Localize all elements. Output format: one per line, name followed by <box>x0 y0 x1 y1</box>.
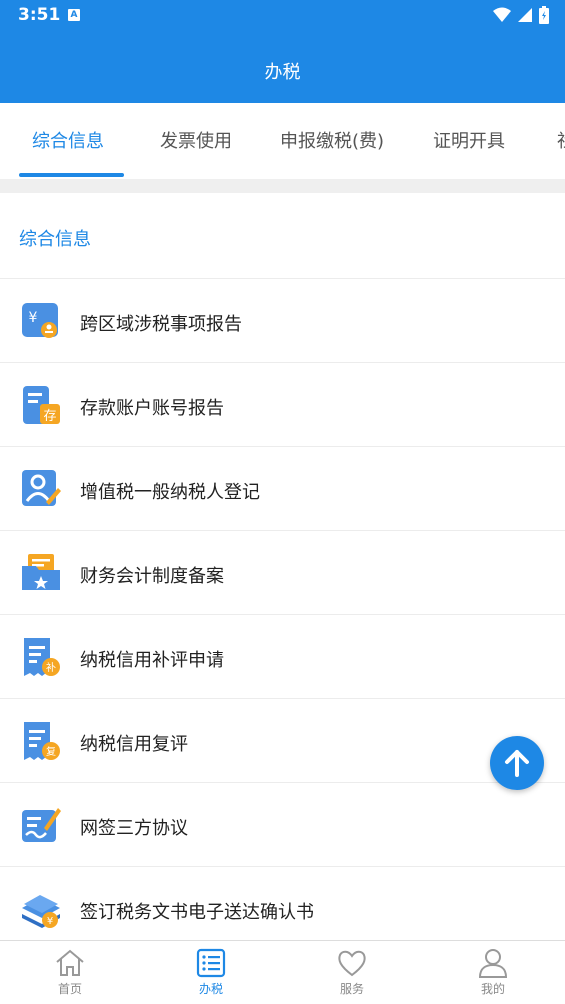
status-time: 3:51 <box>18 5 61 25</box>
item-label: 签订税务文书电子送达确认书 <box>80 902 314 923</box>
online-tripartite-agreement-icon <box>22 808 61 842</box>
tab-invoice-use[interactable]: 发票使用 <box>160 127 232 153</box>
item-label: 跨区域涉税事项报告 <box>80 314 242 335</box>
bottom-navigation: 首页 办税 服务 我的 <box>0 940 565 1004</box>
heart-icon <box>338 950 366 977</box>
list-icon <box>196 948 226 978</box>
service-list: ¥ 跨区域涉税事项报告 存 存款账户账号报告 增值税一般纳税人登记 财务会计制度… <box>0 279 565 951</box>
nav-service[interactable]: 服务 <box>312 947 392 997</box>
yen-glyph: ¥ <box>29 310 38 326</box>
list-item[interactable]: 财务会计制度备案 <box>0 531 565 615</box>
nav-tax-label: 办税 <box>198 982 223 996</box>
status-bar: 3:51 A <box>0 0 565 30</box>
list-item[interactable]: ¥ 跨区域涉税事项报告 <box>0 279 565 363</box>
category-tabs: 综合信息 发票使用 申报缴税(费) 证明开具 社 <box>0 103 565 179</box>
tab-declare-pay-tax[interactable]: 申报缴税(费) <box>280 127 384 153</box>
item-label: 财务会计制度备案 <box>80 566 224 587</box>
arrow-up-icon <box>505 750 529 777</box>
item-label: 存款账户账号报告 <box>80 398 224 419</box>
nav-mine-label: 我的 <box>480 982 505 996</box>
list-item[interactable]: 存 存款账户账号报告 <box>0 363 565 447</box>
credit-re-rating-icon: 复 <box>24 722 60 760</box>
item-label: 纳税信用复评 <box>80 734 188 755</box>
vat-taxpayer-registration-icon <box>22 470 61 506</box>
deposit-glyph: 存 <box>43 409 56 424</box>
yen-glyph: ¥ <box>47 916 53 927</box>
accounting-system-filing-icon <box>22 554 60 590</box>
active-tab-indicator <box>19 173 124 177</box>
nav-service-label: 服务 <box>339 982 364 996</box>
list-item[interactable]: ¥ 签订税务文书电子送达确认书 <box>0 867 565 951</box>
section-header: 综合信息 <box>0 193 565 279</box>
nav-tax[interactable]: 办税 <box>171 947 251 997</box>
app-bar: 办税 <box>0 30 565 103</box>
electronic-delivery-confirmation-icon: ¥ <box>22 895 60 928</box>
tab-comprehensive-info[interactable]: 综合信息 <box>32 127 104 153</box>
item-label: 增值税一般纳税人登记 <box>80 482 260 503</box>
rerate-glyph: 复 <box>46 745 56 758</box>
list-item[interactable]: 网签三方协议 <box>0 783 565 867</box>
tab-social-insurance[interactable]: 社 <box>557 127 565 153</box>
scroll-to-top-button[interactable] <box>490 736 544 790</box>
nav-home-label: 首页 <box>57 982 82 996</box>
wifi-icon <box>493 7 511 22</box>
page-title: 办税 <box>264 62 301 83</box>
section-divider <box>0 179 565 193</box>
nav-mine[interactable]: 我的 <box>453 947 533 997</box>
list-item[interactable]: 复 纳税信用复评 <box>0 699 565 783</box>
item-label: 网签三方协议 <box>80 818 188 839</box>
supplement-glyph: 补 <box>46 661 56 674</box>
list-item[interactable]: 增值税一般纳税人登记 <box>0 447 565 531</box>
deposit-account-icon: 存 <box>23 386 60 424</box>
system-icons <box>493 6 549 24</box>
tab-certificate-issue[interactable]: 证明开具 <box>433 127 505 153</box>
cross-region-report-icon: ¥ <box>22 303 58 338</box>
nav-home[interactable]: 首页 <box>30 947 110 997</box>
signal-icon <box>518 8 532 22</box>
credit-supplementary-rating-icon: 补 <box>24 638 60 676</box>
home-icon <box>56 949 84 976</box>
section-title: 综合信息 <box>19 229 91 250</box>
user-icon <box>478 949 508 978</box>
list-item[interactable]: 补 纳税信用补评申请 <box>0 615 565 699</box>
battery-icon <box>539 6 549 24</box>
item-label: 纳税信用补评申请 <box>80 650 224 671</box>
notification-icon: A <box>68 9 80 21</box>
